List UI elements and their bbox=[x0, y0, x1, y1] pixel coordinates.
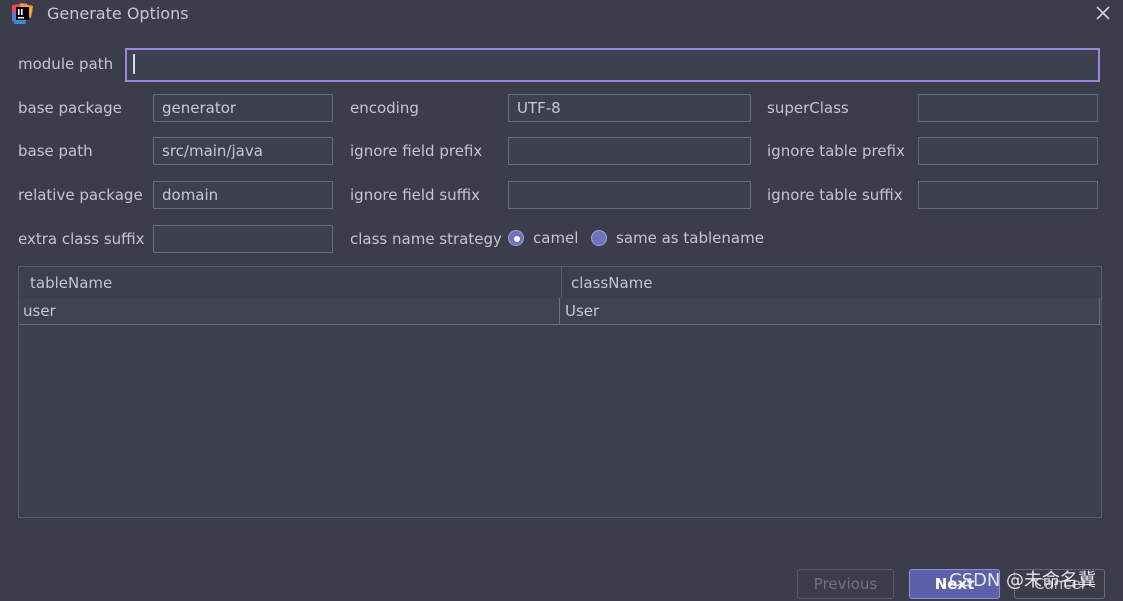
cell-tablename[interactable]: user bbox=[23, 302, 56, 320]
base-package-label: base package bbox=[18, 99, 122, 117]
intellij-app-icon bbox=[12, 3, 33, 24]
base-package-input[interactable] bbox=[153, 94, 333, 122]
relative-package-input[interactable] bbox=[153, 181, 333, 209]
text-caret bbox=[133, 54, 135, 74]
row-edge bbox=[1099, 298, 1100, 324]
ignore-field-suffix-label: ignore field suffix bbox=[350, 186, 481, 204]
previous-button[interactable]: Previous bbox=[797, 569, 894, 599]
ignore-field-prefix-label: ignore field prefix bbox=[350, 142, 483, 160]
superclass-input[interactable] bbox=[918, 94, 1098, 122]
relative-package-label: relative package bbox=[18, 186, 143, 204]
row-cell-divider bbox=[559, 298, 560, 324]
column-header-tablename[interactable]: tableName bbox=[30, 274, 112, 292]
radio-camel[interactable] bbox=[508, 230, 524, 246]
radio-camel-label[interactable]: camel bbox=[533, 229, 578, 247]
encoding-label: encoding bbox=[350, 99, 419, 117]
ignore-table-suffix-label: ignore table suffix bbox=[767, 186, 903, 204]
module-path-input[interactable] bbox=[125, 48, 1100, 82]
superclass-label: superClass bbox=[767, 99, 849, 117]
encoding-input[interactable] bbox=[508, 94, 751, 122]
ignore-table-prefix-label: ignore table prefix bbox=[767, 142, 905, 160]
class-name-strategy-label: class name strategy bbox=[350, 230, 502, 248]
base-path-label: base path bbox=[18, 142, 93, 160]
radio-same-as-tablename-option[interactable]: same as tablename bbox=[591, 229, 764, 247]
ignore-table-suffix-input[interactable] bbox=[918, 181, 1098, 209]
cancel-button[interactable]: Cancel bbox=[1014, 569, 1105, 599]
module-path-label: module path bbox=[18, 55, 114, 73]
base-path-input[interactable] bbox=[153, 137, 333, 165]
column-divider[interactable] bbox=[561, 267, 562, 298]
cell-classname[interactable]: User bbox=[565, 302, 599, 320]
close-icon[interactable] bbox=[1094, 4, 1112, 22]
window-title: Generate Options bbox=[47, 4, 189, 23]
radio-same-as-tablename[interactable] bbox=[591, 230, 607, 246]
title-bar: Generate Options bbox=[0, 0, 1123, 28]
radio-camel-option[interactable]: camel bbox=[508, 229, 578, 247]
table-row[interactable]: user User bbox=[19, 298, 1101, 325]
next-button[interactable]: Next bbox=[909, 569, 1000, 599]
table-header: tableName className bbox=[19, 267, 1101, 299]
extra-class-suffix-label: extra class suffix bbox=[18, 230, 145, 248]
radio-same-as-tablename-label[interactable]: same as tablename bbox=[616, 229, 764, 247]
ignore-table-prefix-input[interactable] bbox=[918, 137, 1098, 165]
column-header-classname[interactable]: className bbox=[571, 274, 653, 292]
ignore-field-prefix-input[interactable] bbox=[508, 137, 751, 165]
extra-class-suffix-input[interactable] bbox=[153, 225, 333, 253]
table-mapping-grid: tableName className user User bbox=[18, 266, 1102, 518]
ignore-field-suffix-input[interactable] bbox=[508, 181, 751, 209]
